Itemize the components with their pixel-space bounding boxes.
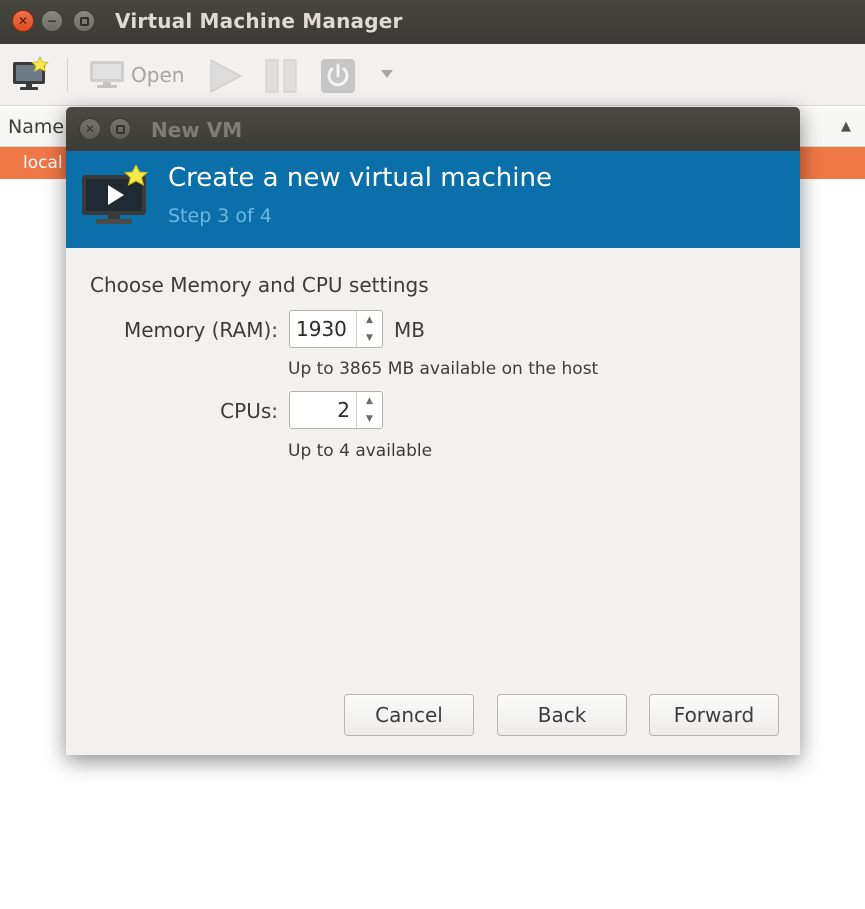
open-label: Open: [131, 63, 185, 87]
toolbar-separator: [67, 58, 68, 92]
memory-decrement-icon[interactable]: ▼: [357, 329, 382, 347]
column-header-name[interactable]: Name: [8, 116, 64, 138]
cpus-input[interactable]: [290, 392, 356, 428]
cancel-button[interactable]: Cancel: [344, 694, 474, 736]
memory-hint: Up to 3865 MB available on the host: [288, 359, 599, 379]
pause-button[interactable]: [264, 58, 298, 94]
main-titlebar: ✕ − Virtual Machine Manager: [0, 0, 865, 44]
dialog-title: New VM: [151, 118, 243, 142]
new-vm-icon: [13, 56, 49, 90]
minimize-icon[interactable]: −: [41, 10, 63, 32]
new-vm-button[interactable]: [12, 56, 50, 92]
memory-label: Memory (RAM):: [123, 318, 278, 342]
cpus-hint: Up to 4 available: [288, 441, 433, 461]
cpus-increment-icon[interactable]: ▲: [357, 392, 382, 410]
memory-input[interactable]: [290, 311, 356, 347]
dialog-maximize-icon[interactable]: [109, 118, 131, 140]
section-title: Choose Memory and CPU settings: [90, 273, 429, 297]
shutdown-menu-button[interactable]: [380, 69, 394, 79]
wizard-step: Step 3 of 4: [168, 205, 272, 227]
back-button[interactable]: Back: [497, 694, 627, 736]
chevron-down-icon: [381, 70, 393, 78]
memory-spin-buttons: ▲ ▼: [356, 311, 382, 347]
dialog-titlebar: ✕ New VM: [66, 107, 800, 151]
new-vm-dialog: ✕ New VM Create a new virtual machine St…: [66, 107, 800, 755]
cpus-label: CPUs:: [220, 399, 278, 423]
memory-spinbox[interactable]: ▲ ▼: [289, 310, 383, 348]
monitor-icon: [90, 61, 124, 88]
dialog-close-icon[interactable]: ✕: [79, 118, 101, 140]
play-icon: [210, 59, 243, 93]
cpus-spinbox[interactable]: ▲ ▼: [289, 391, 383, 429]
forward-button[interactable]: Forward: [649, 694, 779, 736]
open-button[interactable]: Open: [89, 60, 184, 90]
sort-up-icon[interactable]: ▲: [841, 119, 851, 134]
shutdown-button[interactable]: [320, 58, 356, 94]
cpus-spin-buttons: ▲ ▼: [356, 392, 382, 428]
memory-unit: MB: [394, 318, 425, 342]
new-vm-icon: [82, 163, 149, 224]
window-title: Virtual Machine Manager: [115, 9, 403, 33]
close-icon[interactable]: ✕: [12, 10, 34, 32]
wizard-title: Create a new virtual machine: [168, 163, 552, 193]
connection-label: local: [23, 153, 63, 173]
pause-icon: [265, 59, 297, 93]
power-icon: [321, 59, 355, 93]
main-toolbar: Open: [0, 44, 865, 106]
run-button[interactable]: [207, 58, 243, 94]
maximize-icon[interactable]: [73, 10, 95, 32]
dialog-header: Create a new virtual machine Step 3 of 4: [66, 151, 800, 248]
cpus-decrement-icon[interactable]: ▼: [357, 410, 382, 428]
memory-increment-icon[interactable]: ▲: [357, 311, 382, 329]
